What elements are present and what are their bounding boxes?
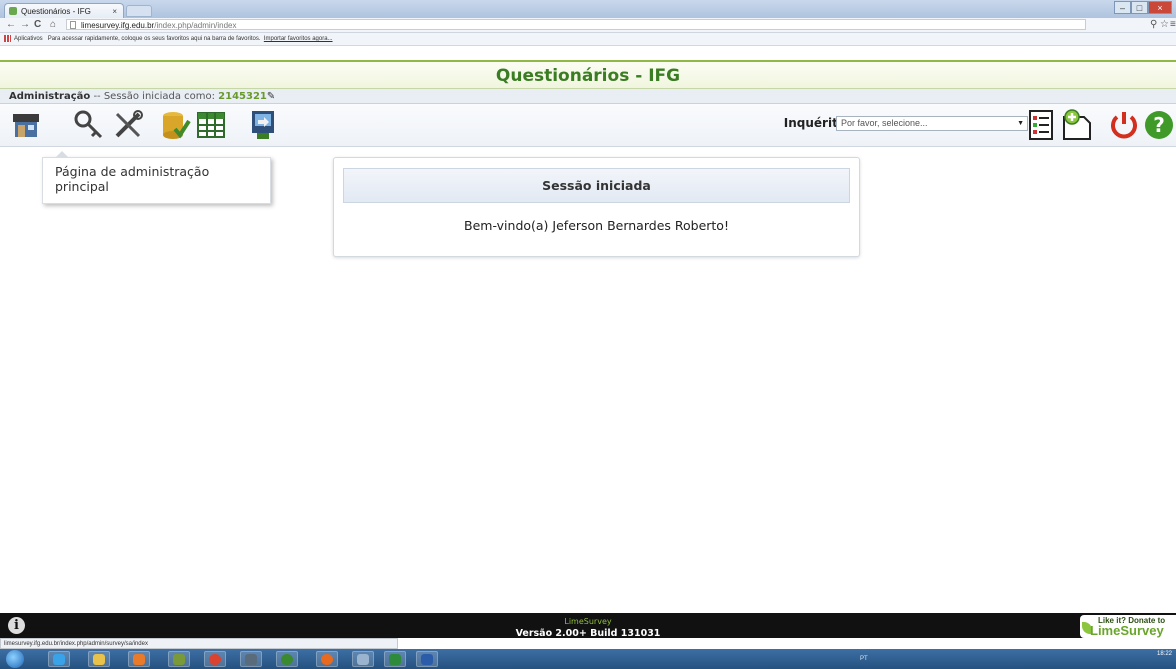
username[interactable]: 2145321 — [218, 91, 267, 102]
welcome-heading: Sessão iniciada — [343, 168, 850, 203]
footer-brand-link[interactable]: LimeSurvey — [0, 617, 1176, 626]
browser-tab-strip — [0, 0, 1176, 18]
survey-select[interactable]: Por favor, selecione... ▼ — [836, 116, 1028, 131]
donate-banner[interactable]: Like it? Donate to LimeSurvey — [1080, 615, 1176, 638]
key-icon[interactable] — [72, 109, 106, 141]
ie-taskbar-icon[interactable] — [48, 651, 70, 667]
survey-list-icon[interactable] — [1024, 109, 1058, 141]
minimize-icon[interactable]: – — [1114, 1, 1131, 14]
browser-tab[interactable]: Questionários - IFG × — [4, 3, 124, 18]
home-tooltip: Página de administração principal — [42, 151, 271, 204]
import-bookmarks-link[interactable]: Importar favoritos agora... — [264, 36, 333, 42]
page-title: Questionários - IFG — [495, 66, 681, 86]
start-button-icon[interactable] — [6, 650, 24, 668]
media-taskbar-icon[interactable] — [128, 651, 150, 667]
tray-language[interactable]: PT — [860, 656, 868, 662]
bookmark-star-icon[interactable]: ☆ — [1160, 18, 1169, 32]
menu-icon[interactable]: ≡ — [1170, 18, 1176, 32]
export-icon[interactable] — [246, 109, 280, 141]
clock[interactable]: 18:22 — [1157, 650, 1172, 658]
home-icon[interactable] — [9, 109, 43, 141]
explorer-taskbar-icon[interactable] — [88, 651, 110, 667]
new-survey-icon[interactable] — [1059, 109, 1093, 141]
edit-user-icon[interactable]: ✎ — [267, 91, 275, 102]
bookmarks-bar: Aplicativos Para acessar rapidamente, co… — [0, 33, 1176, 46]
admin-bar: Administração -- Sessão iniciada como: 2… — [0, 89, 1176, 104]
dropdown-caret-icon: ▼ — [1017, 120, 1024, 127]
app-taskbar-icon[interactable] — [168, 651, 190, 667]
apps-link[interactable]: Aplicativos — [14, 36, 43, 42]
survey-select-value: Por favor, selecione... — [841, 118, 928, 128]
maximize-icon[interactable]: □ — [1131, 1, 1148, 14]
zoom-icon[interactable]: ⚲ — [1150, 18, 1157, 32]
browser-toolbar: ← → C ⌂ limesurvey.ifg.edu.br/index.php/… — [0, 18, 1176, 33]
apps-icon[interactable] — [4, 35, 11, 42]
session-text: -- Sessão iniciada como: — [93, 91, 215, 102]
welcome-message: Bem-vindo(a) Jeferson Bernardes Roberto! — [464, 218, 729, 233]
help-icon[interactable]: ? — [1142, 109, 1176, 141]
logout-icon[interactable] — [1107, 109, 1141, 141]
bookmarks-hint: Para acessar rapidamente, coloque os seu… — [47, 36, 261, 42]
word-taskbar-icon[interactable] — [416, 651, 438, 667]
window-controls: – □ × — [1114, 1, 1172, 15]
app-header: Questionários - IFG — [0, 60, 1176, 89]
url-path: /index.php/admin/index — [154, 21, 237, 30]
new-tab-button[interactable] — [126, 5, 152, 17]
svg-text:?: ? — [1153, 113, 1165, 137]
firefox-taskbar-icon[interactable] — [316, 651, 338, 667]
reload-icon[interactable]: C — [34, 18, 41, 32]
favicon-icon — [9, 7, 17, 15]
system-tray: PT — [860, 651, 1176, 667]
page-icon — [70, 21, 76, 29]
chrome2-taskbar-icon[interactable] — [276, 651, 298, 667]
back-icon[interactable]: ← — [6, 18, 16, 32]
excel-taskbar-icon[interactable] — [384, 651, 406, 667]
tools-icon[interactable] — [111, 109, 145, 141]
welcome-panel: Sessão iniciada Bem-vindo(a) Jeferson Be… — [333, 157, 860, 257]
admin-label: Administração — [9, 91, 91, 102]
browser-tab-title: Questionários - IFG — [21, 7, 91, 16]
database-icon[interactable] — [158, 109, 192, 141]
forward-icon[interactable]: → — [20, 18, 30, 32]
donate-logo-text: LimeSurvey — [1090, 623, 1164, 638]
script-taskbar-icon[interactable] — [352, 651, 374, 667]
url-host: limesurvey.ifg.edu.br — [81, 21, 155, 30]
tool-taskbar-icon[interactable] — [240, 651, 262, 667]
close-tab-icon[interactable]: × — [112, 4, 117, 19]
home-browser-icon[interactable]: ⌂ — [50, 18, 56, 32]
close-window-icon[interactable]: × — [1148, 1, 1172, 14]
status-url: limesurvey.ifg.edu.br/index.php/admin/su… — [0, 638, 398, 649]
address-bar[interactable]: limesurvey.ifg.edu.br/index.php/admin/in… — [66, 19, 1086, 30]
chrome-taskbar-icon[interactable] — [204, 651, 226, 667]
grid-icon[interactable] — [194, 109, 228, 141]
